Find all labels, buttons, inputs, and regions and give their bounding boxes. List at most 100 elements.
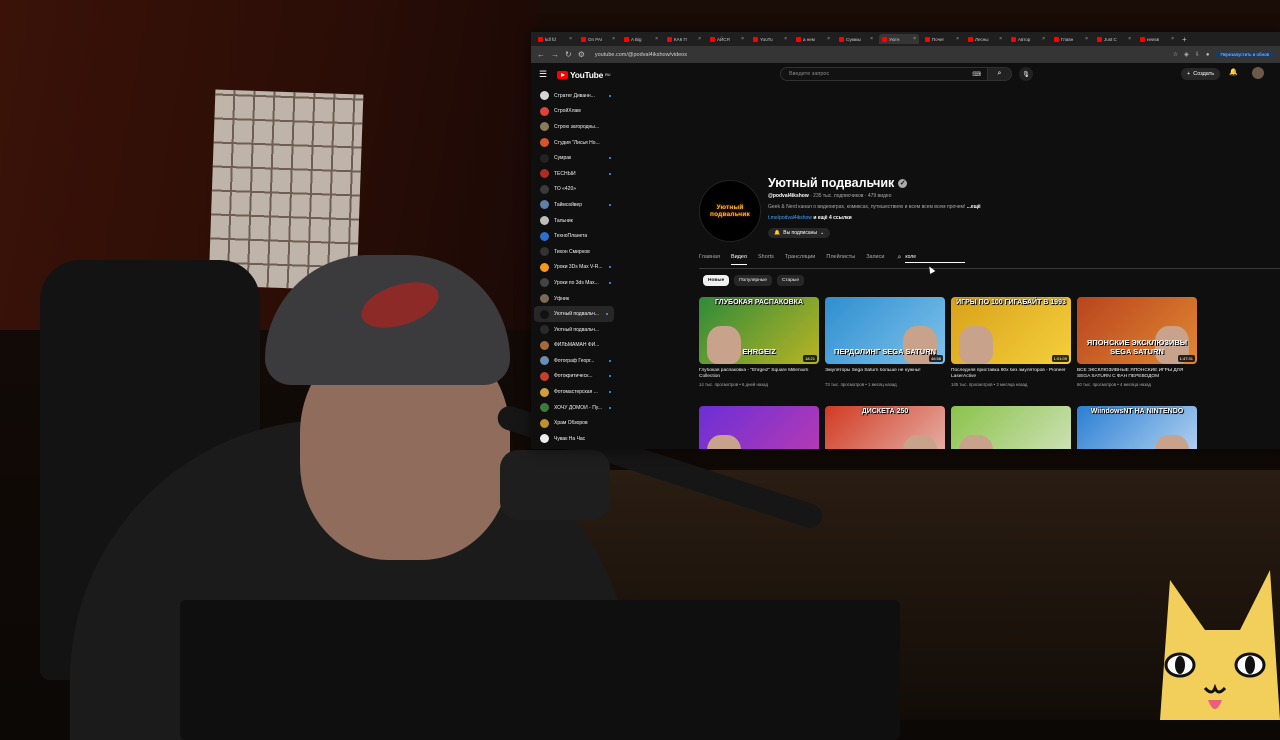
browser-tab[interactable]: Лесны ×	[965, 34, 1005, 44]
close-icon[interactable]: ×	[784, 36, 787, 42]
close-icon[interactable]: ×	[827, 36, 830, 42]
browser-tab[interactable]: a нем ×	[793, 34, 833, 44]
sidebar-subscription-item[interactable]: СтройХлам	[531, 104, 617, 120]
close-icon[interactable]: ×	[1171, 36, 1174, 42]
browser-tab[interactable]: КАК П ×	[664, 34, 704, 44]
sidebar-subscription-item[interactable]: Фотомастерская ...	[531, 384, 617, 400]
browser-tab[interactable]: Суммы ×	[836, 34, 876, 44]
sidebar-subscription-item[interactable]: Уютный подвальч...	[531, 322, 617, 338]
video-thumbnail[interactable]	[951, 406, 1071, 449]
sidebar-subscription-item[interactable]: Уфник	[531, 291, 617, 307]
channel-avatar[interactable]: Уютный подвальчик	[699, 180, 761, 242]
reload-icon[interactable]: ↻	[565, 50, 572, 59]
video-card[interactable]: 100	[699, 406, 819, 449]
profile-icon[interactable]: ●	[1206, 52, 1210, 58]
video-title[interactable]: Эмуляторы Sega Saturn больше не нужны!	[825, 368, 945, 380]
close-icon[interactable]: ×	[741, 36, 744, 42]
sidebar-subscription-item[interactable]: Храм Обзоров	[531, 415, 617, 431]
browser-tab[interactable]: A Big ×	[621, 34, 661, 44]
keyboard-icon[interactable]: ⌨	[972, 71, 981, 78]
account-avatar[interactable]	[1252, 67, 1264, 79]
url-field[interactable]: youtube.com/@podval4ikshow/videos	[595, 52, 687, 58]
channel-tab[interactable]: Трансляции	[785, 254, 815, 264]
browser-tab[interactable]: Главн ×	[1051, 34, 1091, 44]
close-icon[interactable]: ×	[569, 36, 572, 42]
channel-search-input[interactable]: коле	[905, 254, 966, 263]
create-button[interactable]: + Создать	[1181, 68, 1221, 80]
youtube-logo[interactable]: YouTube RU	[557, 70, 610, 80]
sidebar-subscription-item[interactable]: Чувак На Час	[531, 431, 617, 447]
video-thumbnail[interactable]: ЯПОНСКИЕ ЭКСКЛЮЗИВЫ SEGA SATURN 1:47:31	[1077, 297, 1197, 364]
browser-tab[interactable]: Почег ×	[922, 34, 962, 44]
close-icon[interactable]: ×	[956, 36, 959, 42]
close-icon[interactable]: ×	[913, 36, 916, 42]
video-thumbnail[interactable]: 100	[699, 406, 819, 449]
sidebar-subscription-item[interactable]: Стратег Диванн...	[531, 88, 617, 104]
sort-chip[interactable]: Новые	[703, 275, 730, 286]
sidebar-subscription-item[interactable]: Фотокритическ...	[531, 369, 617, 385]
new-tab-button[interactable]: +	[1182, 35, 1187, 44]
sidebar-subscription-item[interactable]: ФИЛЬМАМАН ФИ...	[531, 338, 617, 354]
close-icon[interactable]: ×	[1085, 36, 1088, 42]
close-icon[interactable]: ×	[612, 36, 615, 42]
relaunch-button[interactable]: Перезапустить и обнов	[1215, 51, 1274, 58]
sidebar-subscription-item[interactable]: ХОЧУ ДОМОЙ - Пу...	[531, 400, 617, 416]
video-thumbnail[interactable]: ПЕРДОЛИНГ SEGA SATURN 46:58	[825, 297, 945, 364]
video-thumbnail[interactable]: ИГРЫ ПО 100 ГИГАБАЙТ В 1993 1:01:09	[951, 297, 1071, 364]
video-card[interactable]: ИГРЫ ПО 100 ГИГАБАЙТ В 1993 1:01:09 Послед…	[951, 297, 1071, 387]
video-title[interactable]: ВСЕ ЭКСКЛЮЗИВНЫЕ ЯПОНСКИЕ ИГРЫ ДЛЯ SEGA …	[1077, 368, 1197, 380]
video-card[interactable]: ДИСКЕТА 250	[825, 406, 945, 449]
video-card[interactable]: ПЕРДОЛИНГ SEGA SATURN 46:58 Эмуляторы Sega…	[825, 297, 945, 387]
forward-icon[interactable]: →	[551, 50, 559, 59]
close-icon[interactable]: ×	[870, 36, 873, 42]
sidebar-subscription-item[interactable]: ТО «420»	[531, 182, 617, 198]
video-thumbnail[interactable]: ДИСКЕТА 250	[825, 406, 945, 449]
channel-link[interactable]: t.me/podval4ikshow	[768, 215, 812, 221]
search-input[interactable]	[787, 70, 971, 78]
channel-tab[interactable]: Shorts	[758, 254, 774, 264]
download-icon[interactable]: ⇩	[1195, 51, 1200, 58]
close-icon[interactable]: ×	[999, 36, 1002, 42]
channel-description[interactable]: Geek & Nerd канал о видеоиграх, комиксах…	[768, 204, 1068, 210]
voice-search-button[interactable]: 🎙	[1019, 67, 1033, 81]
close-icon[interactable]: ×	[655, 36, 658, 42]
video-card[interactable]	[951, 406, 1071, 449]
subscribed-button[interactable]: 🔔 Вы подписаны ⌄	[768, 228, 831, 238]
description-more[interactable]: ...ещё	[967, 204, 981, 210]
channel-tab[interactable]: Плейлисты	[826, 254, 855, 264]
video-card[interactable]: ГЛУБОКАЯ РАСПАКОВКА EHRGEIZ 18:21 Глубокая …	[699, 297, 819, 387]
browser-tab[interactable]: On PAI ×	[578, 34, 618, 44]
search-button[interactable]: ⌕	[988, 67, 1012, 81]
sidebar-subscription-item[interactable]: Уютный подвальч...	[534, 306, 614, 322]
notifications-bell-icon[interactable]: 🔔	[1229, 68, 1238, 76]
sort-chip[interactable]: Старые	[776, 275, 805, 286]
sidebar-subscription-item[interactable]: Уроки 3Ds Max V-R...	[531, 260, 617, 276]
site-info-icon[interactable]: ⚙	[578, 50, 585, 59]
browser-tab[interactable]: Just C ×	[1094, 34, 1134, 44]
browser-tab[interactable]: YouTu ×	[750, 34, 790, 44]
browser-tab[interactable]: Автор ×	[1008, 34, 1048, 44]
video-card[interactable]: WiindowsNT НА NINTENDO	[1077, 406, 1197, 449]
channel-search[interactable]: ⌕ коле	[897, 254, 966, 263]
bookmark-icon[interactable]: ☆	[1173, 51, 1178, 58]
channel-tab[interactable]: Видео	[730, 254, 748, 265]
video-thumbnail[interactable]: WiindowsNT НА NINTENDO	[1077, 406, 1197, 449]
browser-tab[interactable]: Уютн ×	[879, 34, 919, 44]
menu-icon[interactable]: ☰	[539, 69, 557, 80]
video-title[interactable]: Глубокая распаковка - "Ehrgeiz" Square M…	[699, 368, 819, 380]
browser-tab[interactable]: kdl fd ×	[535, 34, 575, 44]
close-icon[interactable]: ×	[1128, 36, 1131, 42]
sidebar-subscription-item[interactable]: Тихон Смирнов	[531, 244, 617, 260]
channel-links-more[interactable]: и ещё 4 ссылки	[813, 215, 851, 221]
extension-icon[interactable]: ◈	[1184, 51, 1189, 58]
video-title[interactable]: Последняя приставка 90х без эмуляторов -…	[951, 368, 1071, 380]
close-icon[interactable]: ×	[1042, 36, 1045, 42]
back-icon[interactable]: ←	[537, 50, 545, 59]
sidebar-subscription-item[interactable]: Фотограф Георг...	[531, 353, 617, 369]
sidebar-subscription-item[interactable]: ТехноПланета	[531, 228, 617, 244]
sidebar-subscription-item[interactable]: Сумрак	[531, 150, 617, 166]
sidebar-subscription-item[interactable]: Таймсейвер	[531, 197, 617, 213]
sidebar-subscription-item[interactable]: Студия "Лисья Но...	[531, 135, 617, 151]
browser-tab[interactable]: АЙСЯ ×	[707, 34, 747, 44]
video-thumbnail[interactable]: ГЛУБОКАЯ РАСПАКОВКА EHRGEIZ 18:21	[699, 297, 819, 364]
